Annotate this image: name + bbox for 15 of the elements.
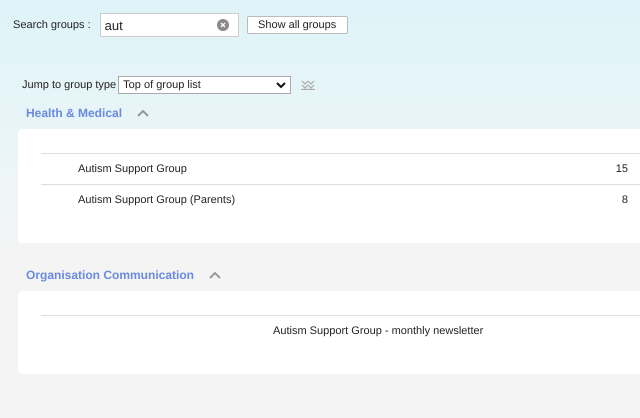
collapse-chevron-icon[interactable] (137, 109, 150, 117)
group-type-dropdown[interactable]: Top of group list (118, 76, 292, 94)
search-field[interactable]: aut (100, 13, 239, 37)
jump-down-icon[interactable] (301, 80, 316, 90)
group-name[interactable]: Autism Support Group (41, 163, 273, 175)
show-all-button[interactable]: Show all groups (246, 16, 348, 34)
group-name[interactable]: Autism Support Group - monthly newsletter (273, 325, 583, 337)
caret-icon[interactable] (276, 82, 286, 88)
group-name[interactable]: Autism Support Group (Parents) (41, 194, 273, 206)
member-count: 15 (614, 163, 628, 175)
search-label: Search groups : (13, 19, 91, 31)
collapse-chevron-icon[interactable] (209, 271, 222, 279)
member-count: 8 (620, 194, 628, 206)
jump-label: Jump to group type (22, 79, 116, 91)
clear-icon[interactable] (216, 19, 229, 31)
